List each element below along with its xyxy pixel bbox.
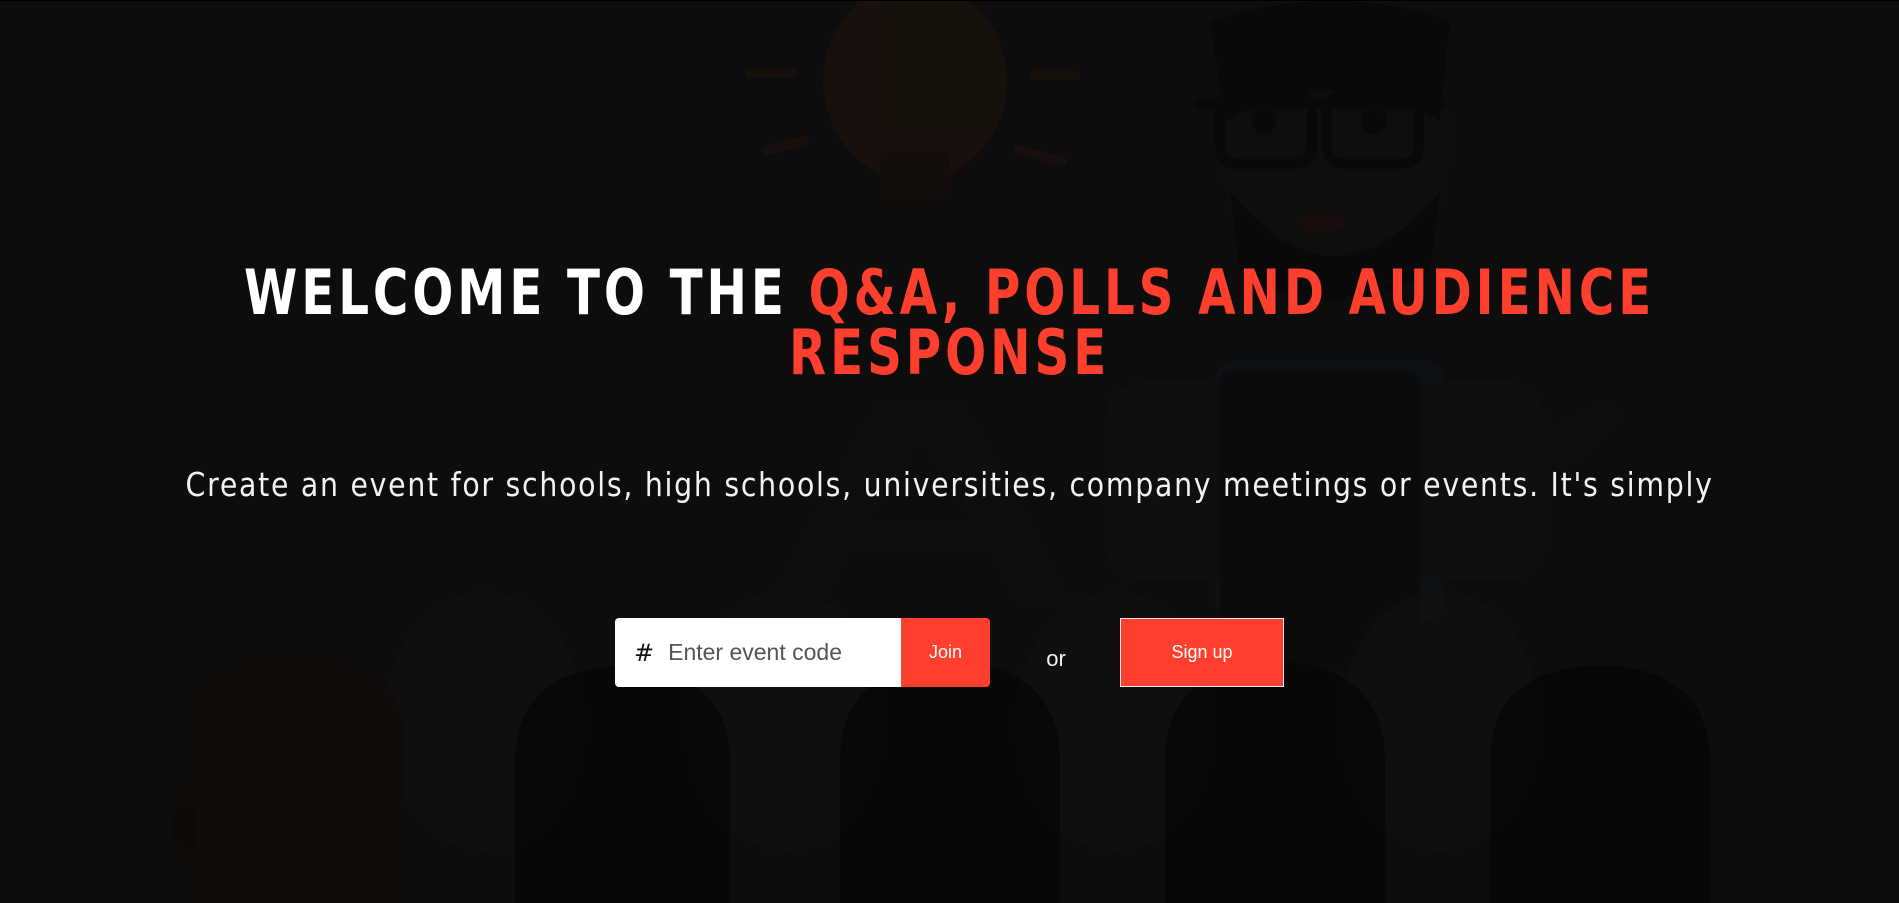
hero-section: WELCOME TO THE Q&A, POLLS AND AUDIENCE R…: [0, 0, 1899, 903]
page-subtitle: Create an event for schools, high school…: [185, 465, 1714, 504]
join-button[interactable]: Join: [901, 618, 990, 687]
page-title: WELCOME TO THE Q&A, POLLS AND AUDIENCE R…: [209, 262, 1690, 384]
title-accent: Q&A, POLLS AND AUDIENCE RESPONSE: [789, 256, 1656, 389]
event-code-field[interactable]: #: [615, 618, 901, 687]
event-code-input[interactable]: [668, 639, 889, 666]
sign-up-button[interactable]: Sign up: [1120, 618, 1284, 687]
hero-content: WELCOME TO THE Q&A, POLLS AND AUDIENCE R…: [0, 1, 1899, 903]
or-separator: or: [1046, 646, 1066, 671]
join-event-form: # Join: [615, 618, 990, 687]
title-main: WELCOME TO THE: [244, 256, 809, 329]
hash-icon: #: [634, 638, 655, 667]
